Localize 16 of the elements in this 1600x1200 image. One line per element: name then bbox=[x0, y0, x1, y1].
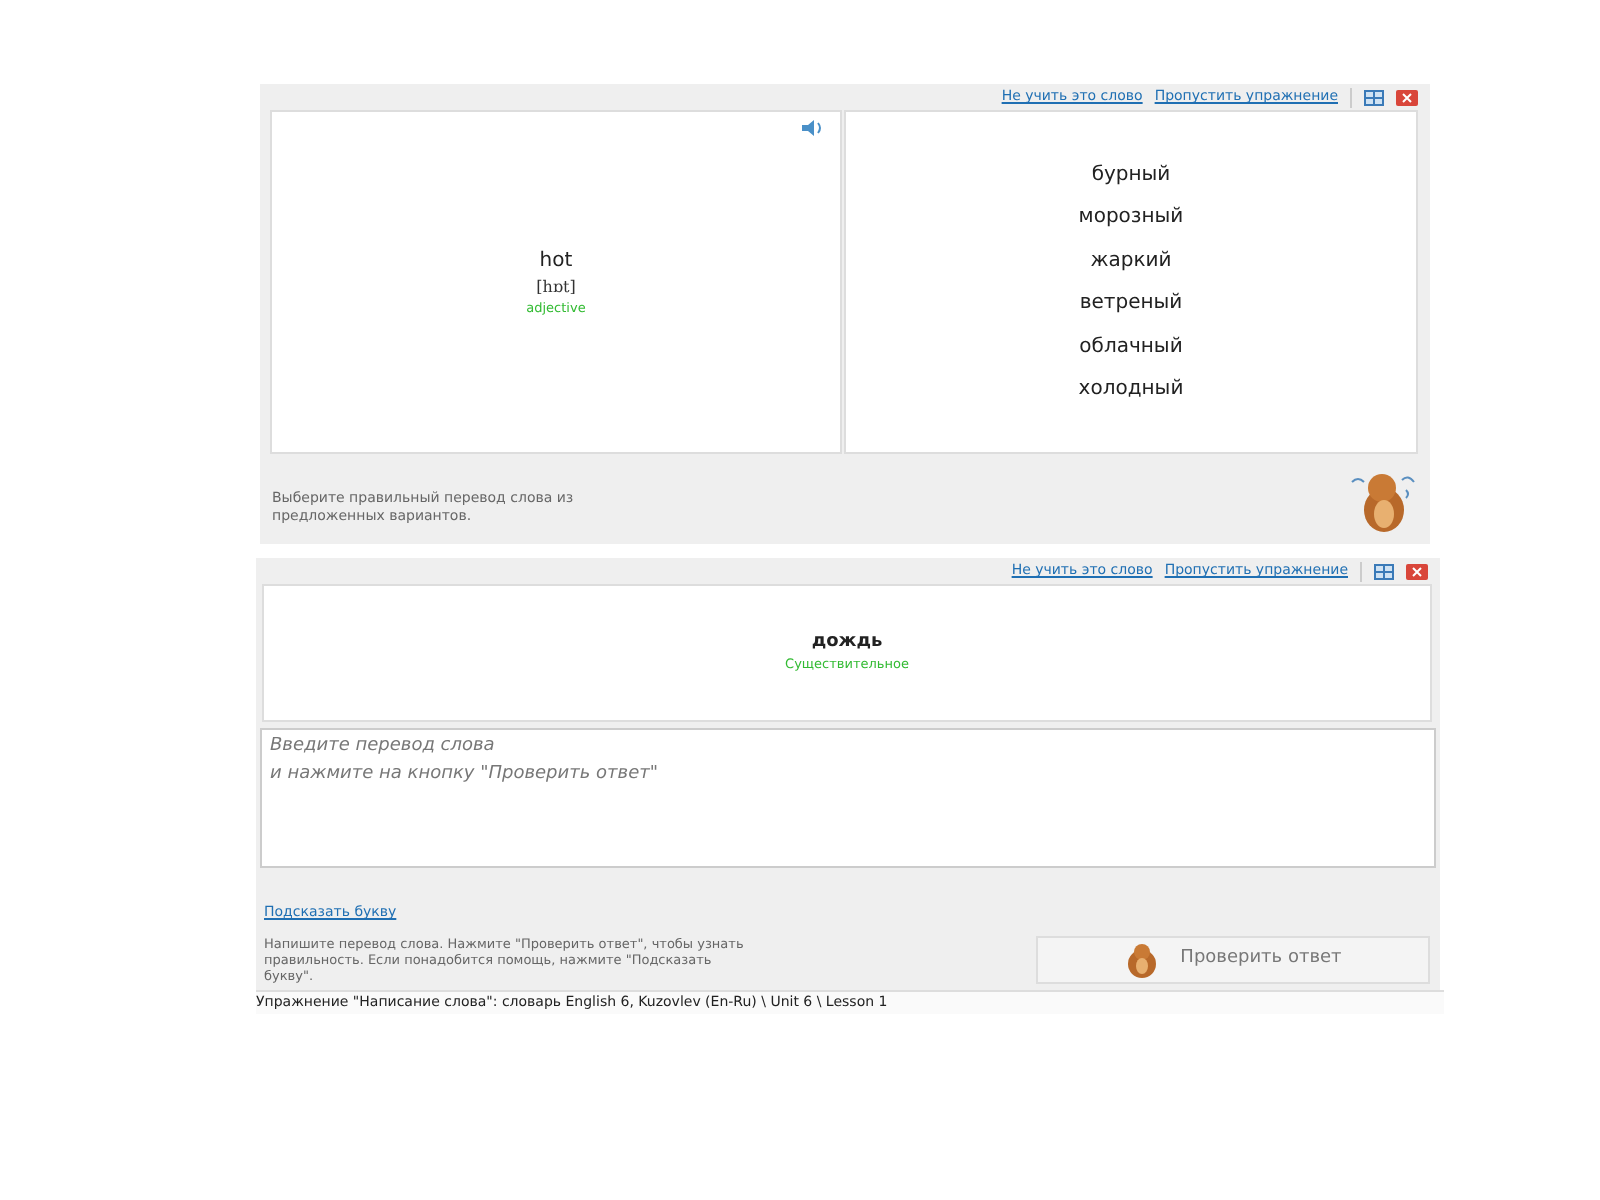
answer-option[interactable]: морозный bbox=[1078, 196, 1184, 239]
speaker-icon[interactable] bbox=[802, 120, 824, 136]
window-icon[interactable] bbox=[1374, 563, 1394, 579]
transcription: [hɒt] bbox=[536, 275, 576, 300]
close-icon[interactable] bbox=[1406, 563, 1428, 579]
answer-option[interactable]: ветреный bbox=[1079, 282, 1183, 325]
word: дождь bbox=[811, 629, 883, 656]
answer-option[interactable]: бурный bbox=[1091, 153, 1171, 196]
check-answer-button[interactable]: Проверить ответ bbox=[1036, 936, 1430, 984]
answer-field[interactable]: Введите перевод слова и нажмите на кнопку "Проверить ответ" bbox=[260, 728, 1436, 868]
answer-option[interactable]: жаркий bbox=[1090, 239, 1172, 282]
word: hot bbox=[539, 247, 573, 276]
answer-option[interactable]: холодный bbox=[1078, 368, 1184, 411]
answer-option[interactable]: облачный bbox=[1079, 325, 1183, 368]
close-icon[interactable] bbox=[1396, 89, 1418, 105]
window-icon[interactable] bbox=[1364, 89, 1384, 105]
